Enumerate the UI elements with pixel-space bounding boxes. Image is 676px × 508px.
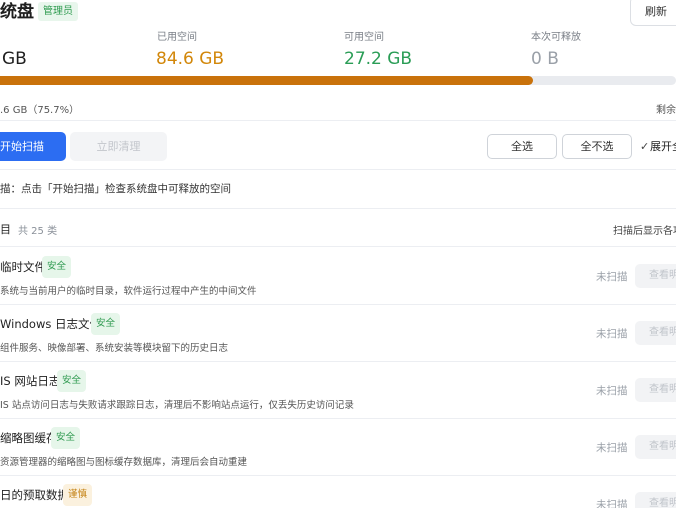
item-description: 资源管理器的缩略图与图标缓存数据库，清理后会自动重建 [0, 457, 248, 468]
checkmark-icon: ✓ [640, 140, 650, 153]
safety-tag: 谨慎 [63, 484, 93, 506]
item-name: 缩略图缓存 [0, 431, 58, 445]
item-name: IS 网站日志 [0, 374, 61, 388]
list-item[interactable]: 日的预取数据 谨慎 未扫描 查看明 [0, 475, 676, 508]
list-item[interactable]: 临时文件 安全 系统与当前用户的临时目录，软件运行过程中产生的中间文件 未扫描 … [0, 247, 676, 304]
item-name: Windows 日志文件 [0, 317, 101, 331]
view-details-button[interactable]: 查看明 [635, 435, 676, 459]
select-none-button[interactable]: 全不选 [562, 134, 632, 159]
item-description: 组件服务、映像部署、系统安装等模块留下的历史日志 [0, 343, 229, 354]
scan-status: 未扫描 [596, 442, 628, 454]
free-space-label: 可用空间 [344, 32, 384, 43]
item-description: IS 站点访问日志与失败请求跟踪日志，清理后不影响站点运行，仅丢失历史访问记录 [0, 400, 354, 411]
scan-status: 未扫描 [596, 271, 628, 283]
list-note: 扫描后显示各项 [613, 226, 676, 237]
view-details-button[interactable]: 查看明 [635, 321, 676, 345]
page-title: 统盘 [0, 2, 34, 22]
safety-tag: 安全 [57, 370, 87, 392]
disk-usage-fill [0, 76, 533, 85]
item-name: 临时文件 [0, 260, 46, 274]
safety-tag: 安全 [42, 256, 72, 278]
list-count: 共 25 类 [18, 226, 58, 237]
total-space-value: GB [2, 49, 27, 69]
view-details-button[interactable]: 查看明 [635, 492, 676, 508]
usage-summary: .6 GB（75.7%） [0, 105, 80, 116]
list-item[interactable]: IS 网站日志 安全 IS 站点访问日志与失败请求跟踪日志，清理后不影响站点运行… [0, 361, 676, 418]
role-badge: 管理员 [38, 2, 78, 21]
item-description: 系统与当前用户的临时目录，软件运行过程中产生的中间文件 [0, 286, 257, 297]
safety-tag: 安全 [51, 427, 81, 449]
clean-now-button[interactable]: 立即清理 [70, 132, 167, 161]
used-space-label: 已用空间 [157, 32, 197, 43]
item-name: 日的预取数据 [0, 488, 69, 502]
scan-status: 未扫描 [596, 328, 628, 340]
refresh-button[interactable]: 刷新 [630, 0, 676, 26]
scan-hint: 描：点击「开始扫描」检查系统盘中可释放的空间 [0, 183, 231, 195]
free-space-value: 27.2 GB [344, 49, 413, 69]
view-details-button[interactable]: 查看明 [635, 378, 676, 402]
divider [0, 120, 676, 121]
expand-all-label: 展开全 [650, 140, 676, 153]
scan-status: 未扫描 [596, 385, 628, 397]
list-item[interactable]: 缩略图缓存 安全 资源管理器的缩略图与图标缓存数据库，清理后会自动重建 未扫描 … [0, 418, 676, 475]
divider [0, 169, 676, 170]
start-scan-button[interactable]: 开始扫描 [0, 132, 66, 161]
expand-all-checkbox[interactable]: ✓展开全 [640, 134, 676, 159]
view-details-button[interactable]: 查看明 [635, 264, 676, 288]
divider [0, 208, 676, 209]
scan-status: 未扫描 [596, 499, 628, 508]
list-item[interactable]: Windows 日志文件 安全 组件服务、映像部署、系统安装等模块留下的历史日志… [0, 304, 676, 361]
list-title: 目 [0, 223, 11, 236]
remaining-label: 剩余 [656, 105, 676, 116]
select-all-button[interactable]: 全选 [487, 134, 557, 159]
used-space-value: 84.6 GB [156, 49, 225, 69]
releasable-space-value: 0 B [531, 49, 559, 69]
releasable-space-label: 本次可释放 [531, 32, 581, 43]
safety-tag: 安全 [91, 313, 121, 335]
